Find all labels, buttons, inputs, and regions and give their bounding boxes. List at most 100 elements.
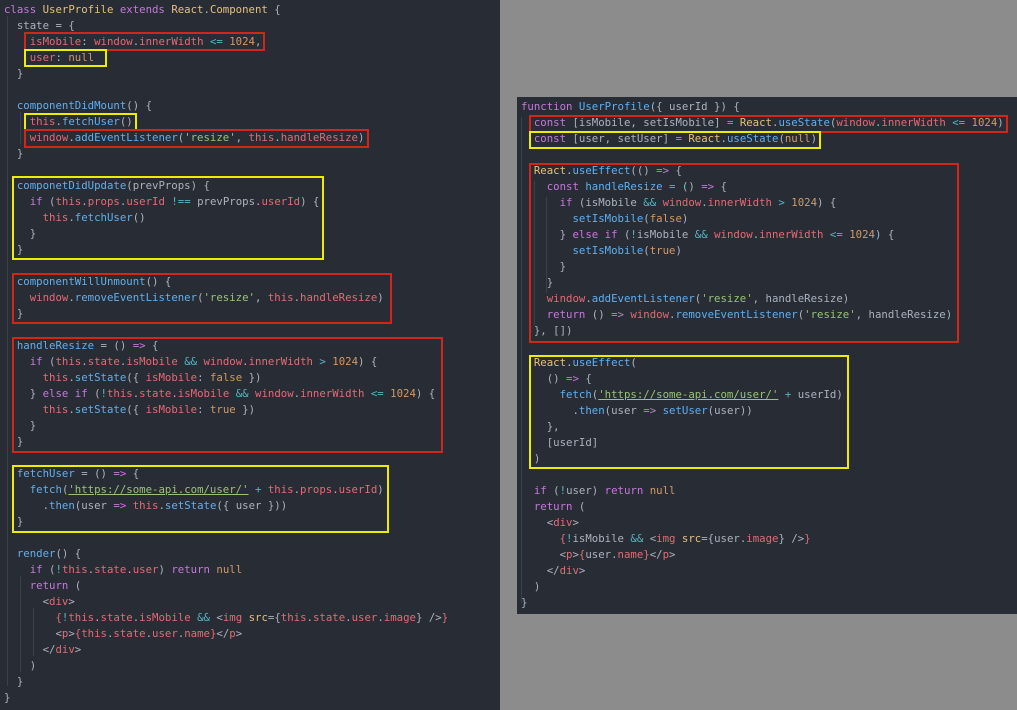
- code-token: 'resize': [701, 292, 753, 305]
- code-line: <div>: [4, 594, 75, 610]
- code-token: fetchUser: [74, 211, 133, 224]
- code-token: }: [4, 307, 24, 320]
- code-line: {!this.state.isMobile && <img src={this.…: [4, 610, 448, 626]
- code-token: isMobile: [145, 403, 198, 416]
- code-token: () {: [55, 547, 82, 560]
- code-token: false: [649, 212, 682, 225]
- code-token: const: [546, 180, 579, 193]
- code-line: </div>: [521, 563, 586, 579]
- code-token: handleResize: [16, 339, 95, 352]
- code-token: this: [55, 195, 82, 208]
- code-line: <div>: [521, 515, 579, 531]
- code-token: div: [55, 643, 75, 656]
- code-token: useState: [778, 116, 830, 129]
- code-token: innerWidth: [248, 355, 313, 368]
- code-token: prevProps.: [190, 195, 262, 208]
- code-token: (: [617, 228, 631, 241]
- code-line: }: [4, 66, 23, 82]
- code-token: UserProfile: [578, 100, 650, 113]
- code-token: this: [42, 403, 69, 416]
- code-token: &&: [694, 228, 708, 241]
- code-token: useEffect: [572, 164, 631, 177]
- code-token: 1024: [791, 196, 818, 209]
- code-token: (: [42, 355, 56, 368]
- code-token: innerWidth: [707, 196, 772, 209]
- code-token: ({ userId }) {: [649, 100, 740, 113]
- code-token: >: [74, 643, 82, 656]
- code-token: fetch: [29, 483, 62, 496]
- code-token: <=: [370, 387, 384, 400]
- code-token: [user, setUser]: [566, 132, 676, 145]
- code-token: &&: [197, 611, 210, 624]
- code-token: isMobile: [177, 387, 230, 400]
- code-token: , handleResize): [855, 308, 953, 321]
- code-token: this: [267, 291, 294, 304]
- code-token: (: [572, 500, 586, 513]
- code-token: img: [222, 611, 243, 624]
- code-token: React: [688, 132, 721, 145]
- code-token: this: [106, 387, 133, 400]
- code-token: setUser: [662, 404, 708, 417]
- code-token: this: [42, 371, 69, 384]
- code-token: .: [4, 499, 50, 512]
- code-token: if: [29, 563, 43, 576]
- code-token: div: [559, 564, 579, 577]
- code-token: this: [267, 483, 294, 496]
- code-token: = (): [74, 467, 114, 480]
- code-token: return: [533, 500, 573, 513]
- code-line: if (!this.state.user) return null: [4, 562, 242, 578]
- code-token: return: [546, 308, 586, 321]
- code-token: }: [441, 611, 449, 624]
- code-token: (user: [74, 499, 114, 512]
- code-token: }: [4, 419, 37, 432]
- code-token: :: [55, 51, 69, 64]
- code-token: (isMobile: [572, 196, 644, 209]
- code-line: }: [521, 595, 527, 611]
- code-token: ): [377, 483, 384, 496]
- code-line: function UserProfile({ userId }) {: [521, 99, 740, 115]
- code-token: }: [4, 387, 43, 400]
- code-line: ): [521, 451, 540, 467]
- code-line: () => {: [521, 371, 592, 387]
- code-token: </: [4, 643, 56, 656]
- code-token: state = {: [4, 19, 75, 32]
- code-token: ): [377, 291, 384, 304]
- code-line: {!isMobile && <img src={user.image} />}: [521, 531, 811, 547]
- code-line: React.useEffect(() => {: [521, 163, 682, 179]
- code-token: fetch: [559, 388, 592, 401]
- code-token: 1024: [390, 387, 416, 400]
- code-token: addEventListener: [74, 131, 178, 144]
- code-token: &&: [643, 196, 657, 209]
- code-line: return () => window.removeEventListener(…: [521, 307, 952, 323]
- code-token: React: [171, 3, 204, 16]
- code-line: class UserProfile extends React.Componen…: [4, 2, 281, 18]
- code-token: <: [4, 627, 62, 640]
- code-token: componentDidMount: [16, 99, 127, 112]
- code-token: handleResize: [300, 291, 378, 304]
- code-token: {: [126, 467, 140, 480]
- code-line: state = {: [4, 18, 75, 34]
- code-token: ) {: [300, 195, 320, 208]
- code-token: () {: [126, 99, 153, 112]
- code-line: if (this.props.userId !== prevProps.user…: [4, 194, 320, 210]
- code-line: return (: [4, 578, 81, 594]
- code-token: =>: [132, 339, 146, 352]
- code-line: [userId]: [521, 435, 598, 451]
- code-token: setIsMobile: [572, 244, 644, 257]
- code-token: user: [132, 563, 159, 576]
- code-token: !==: [171, 195, 191, 208]
- code-token: this: [29, 115, 56, 128]
- code-line: }: [4, 306, 23, 322]
- code-token: {: [714, 180, 727, 193]
- code-token: user: [351, 611, 378, 624]
